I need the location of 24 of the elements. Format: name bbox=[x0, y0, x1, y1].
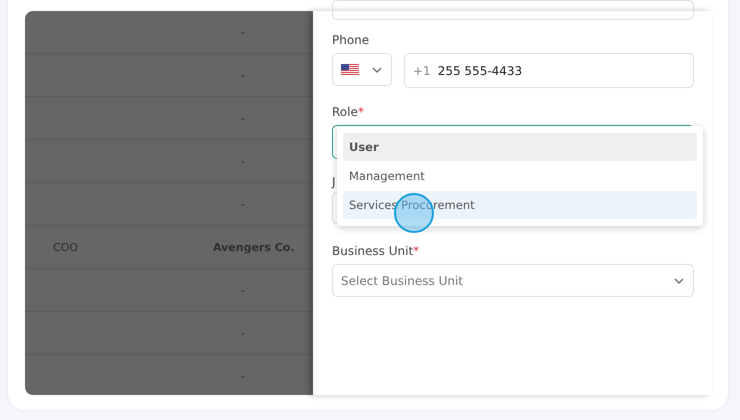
required-asterisk: * bbox=[358, 105, 364, 119]
country-select[interactable] bbox=[332, 53, 392, 86]
flag-icon bbox=[341, 64, 359, 76]
phone-field[interactable]: +1 255 555-4433 bbox=[404, 53, 694, 88]
table-cell-text: COO bbox=[52, 240, 79, 254]
table-cell-text: - bbox=[240, 112, 246, 124]
table-cell-text: - bbox=[240, 68, 246, 82]
table-cell-text: - bbox=[240, 284, 246, 296]
table-cell-text: - bbox=[240, 326, 246, 340]
field-label: Business Unit* bbox=[332, 244, 420, 258]
required-asterisk: * bbox=[413, 244, 420, 258]
table-cell-text: - bbox=[240, 154, 246, 168]
table-cell-text: - bbox=[240, 198, 246, 210]
country-code: +1 bbox=[413, 64, 431, 78]
field-label: Role* bbox=[332, 105, 365, 119]
menu-option[interactable]: User bbox=[343, 133, 697, 161]
field-value: 255 555-4433 bbox=[438, 64, 522, 78]
table-cell-text: Avengers Co. bbox=[213, 240, 296, 254]
business-unit-select[interactable]: Select Business Unit bbox=[332, 264, 694, 297]
input-field[interactable] bbox=[332, 0, 694, 20]
table-cell-text: - bbox=[240, 26, 246, 38]
table-cell-text: - bbox=[240, 370, 246, 382]
field-label: Phone bbox=[332, 33, 370, 47]
field-label: J bbox=[332, 175, 336, 189]
